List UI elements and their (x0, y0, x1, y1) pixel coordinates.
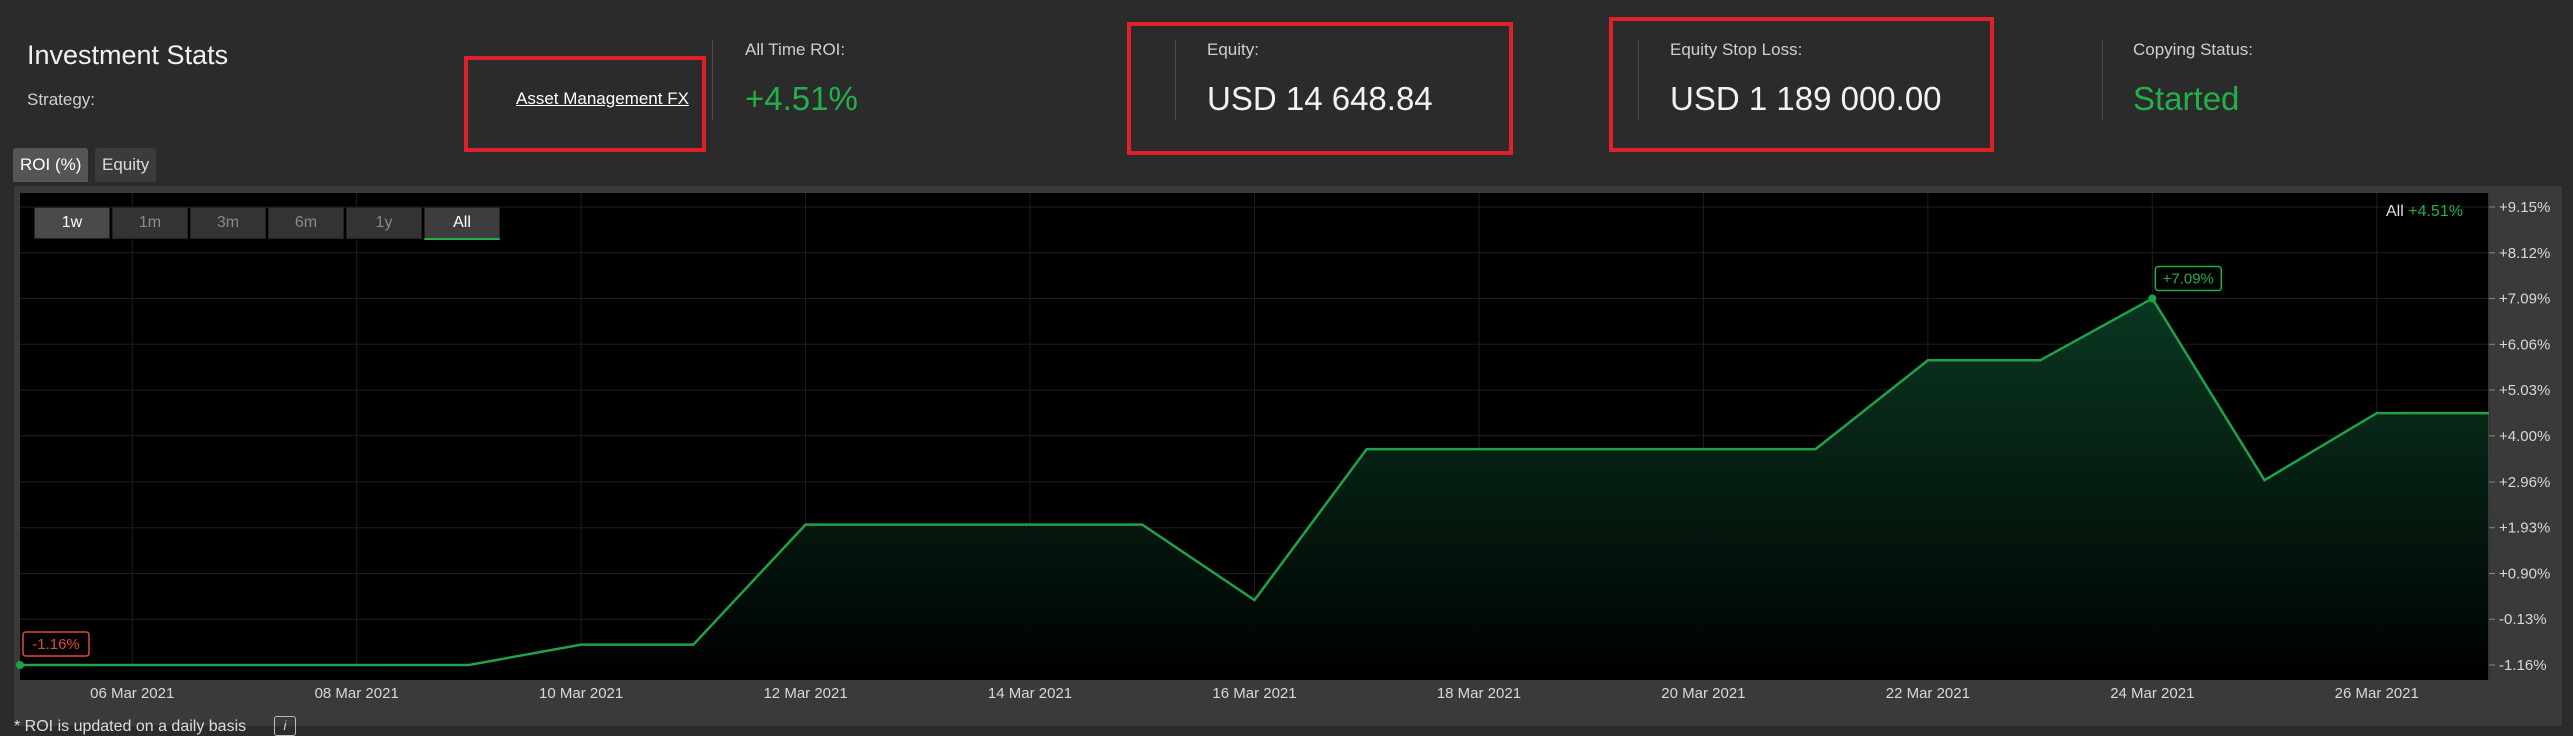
min-point-marker (16, 661, 24, 669)
period-selector: 1w 1m 3m 6m 1y All (34, 207, 502, 240)
x-tick-label: 18 Mar 2021 (1437, 685, 1521, 702)
y-tick-label: -0.13% (2499, 611, 2547, 628)
period-3m-button[interactable]: 3m (190, 207, 266, 239)
footnote: * ROI is updated on a daily basis (14, 718, 247, 735)
min-value-label: -1.16% (32, 636, 80, 653)
x-tick-label: 12 Mar 2021 (763, 685, 847, 702)
info-icon[interactable]: i (274, 716, 296, 736)
legend-prefix: All (2386, 203, 2404, 220)
x-tick-label: 06 Mar 2021 (90, 685, 174, 702)
y-tick-label: +2.96% (2499, 474, 2550, 491)
period-1w-button[interactable]: 1w (34, 207, 110, 239)
max-point-marker (2148, 294, 2157, 303)
y-tick-label: -1.16% (2499, 657, 2547, 674)
y-tick-label: +4.00% (2499, 428, 2550, 445)
period-1m-button[interactable]: 1m (112, 207, 188, 239)
y-tick-label: +6.06% (2499, 336, 2550, 353)
x-tick-label: 16 Mar 2021 (1212, 685, 1296, 702)
x-tick-label: 20 Mar 2021 (1661, 685, 1745, 702)
y-tick-label: +7.09% (2499, 291, 2550, 308)
y-tick-label: +1.93% (2499, 520, 2550, 537)
period-6m-button[interactable]: 6m (268, 207, 344, 239)
y-tick-label: +5.03% (2499, 382, 2550, 399)
max-value-label: +7.09% (2163, 271, 2214, 288)
period-all-button[interactable]: All (424, 207, 500, 240)
chart-legend: All +4.51% (2386, 203, 2463, 221)
y-tick-label: +0.90% (2499, 565, 2550, 582)
x-tick-label: 14 Mar 2021 (988, 685, 1072, 702)
x-tick-label: 24 Mar 2021 (2110, 685, 2194, 702)
roi-chart: -1.16% +7.09% +9.15% +8.12% +7.09% +6.06% +5.… (16, 193, 2550, 702)
period-1y-button[interactable]: 1y (346, 207, 422, 239)
y-tick-label: +8.12% (2499, 245, 2550, 262)
x-tick-label: 08 Mar 2021 (315, 685, 399, 702)
x-tick-label: 10 Mar 2021 (539, 685, 623, 702)
x-tick-label: 26 Mar 2021 (2335, 685, 2419, 702)
y-tick-label: +9.15% (2499, 199, 2550, 216)
x-tick-label: 22 Mar 2021 (1886, 685, 1970, 702)
legend-value: +4.51% (2408, 203, 2463, 220)
